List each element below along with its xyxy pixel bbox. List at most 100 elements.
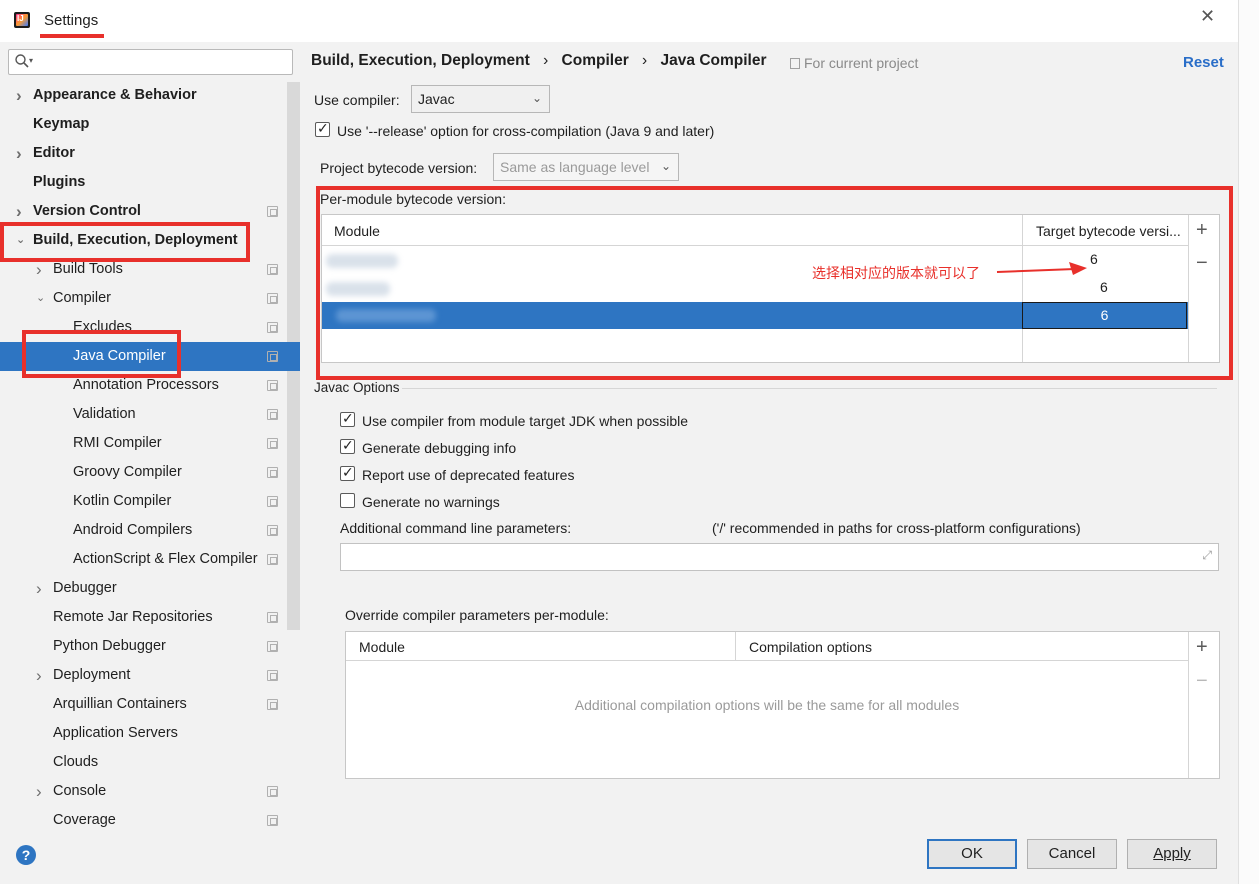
project-scope-icon (267, 351, 278, 362)
project-scope-icon (267, 293, 278, 304)
sidebar-item-plugins[interactable]: Plugins (0, 168, 286, 197)
annotation-box-per-module (316, 186, 1233, 380)
settings-search-input[interactable] (8, 49, 293, 75)
chevron-right-icon[interactable]: › (16, 81, 22, 110)
sidebar-item-label: Android Compilers (73, 522, 193, 538)
project-scope-icon (267, 699, 278, 710)
scope-indicator: For current project (790, 55, 918, 71)
cancel-button[interactable]: Cancel (1027, 839, 1117, 869)
sidebar-item-label: RMI Compiler (73, 435, 162, 451)
sidebar-item-python-debugger[interactable]: Python Debugger (0, 632, 286, 661)
chevron-down-icon: ⌄ (660, 159, 671, 173)
sidebar-item-compiler[interactable]: ⌄ Compiler (0, 284, 286, 313)
sidebar-item-deployment[interactable]: › Deployment (0, 661, 286, 690)
ok-button[interactable]: OK (927, 839, 1017, 869)
sidebar-item-android-compilers[interactable]: Android Compilers (0, 516, 286, 545)
javac-option-checkbox[interactable] (340, 493, 355, 508)
chevron-right-icon[interactable]: › (36, 574, 42, 603)
javac-option-checkbox[interactable] (340, 464, 355, 481)
project-scope-icon (267, 554, 278, 565)
breadcrumb-item[interactable]: Compiler (562, 52, 629, 69)
release-option-checkbox[interactable] (315, 120, 330, 137)
remove-override-button: − (1196, 670, 1208, 692)
sidebar-item-keymap[interactable]: Keymap (0, 110, 286, 139)
sidebar-item-actionscript-flex-compiler[interactable]: ActionScript & Flex Compiler (0, 545, 286, 574)
sidebar-item-rmi-compiler[interactable]: RMI Compiler (0, 429, 286, 458)
sidebar-item-label: Appearance & Behavior (33, 87, 197, 103)
project-scope-icon (267, 380, 278, 391)
reset-link[interactable]: Reset (1183, 54, 1224, 71)
column-header-compilation-options[interactable]: Compilation options (749, 639, 872, 655)
breadcrumb-item[interactable]: Build, Execution, Deployment (311, 52, 530, 69)
sidebar-item-label: Clouds (53, 754, 99, 770)
javac-option-label: Generate no warnings (362, 494, 500, 510)
help-icon[interactable]: ? (16, 845, 36, 865)
apply-button[interactable]: Apply (1127, 839, 1217, 869)
sidebar-item-label: Console (53, 783, 107, 799)
javac-option-label: Generate debugging info (362, 440, 517, 456)
sidebar-item-console[interactable]: › Console (0, 777, 286, 806)
background-window-edge (1238, 0, 1259, 884)
sidebar-item-label: Keymap (33, 116, 90, 132)
bytecode-version-select[interactable]: Same as language level ⌄ (493, 153, 679, 181)
title-annotation-underline (40, 34, 104, 38)
chevron-right-icon[interactable]: › (36, 661, 42, 690)
column-header-module[interactable]: Module (359, 639, 405, 655)
sidebar-item-label: Plugins (33, 174, 86, 190)
section-divider (402, 388, 1217, 389)
project-scope-icon (267, 409, 278, 420)
project-scope-icon (267, 815, 278, 826)
chevron-right-icon[interactable]: › (16, 139, 22, 168)
close-icon[interactable]: ✕ (1200, 6, 1215, 27)
release-option-label: Use '--release' option for cross-compila… (337, 123, 715, 139)
sidebar-item-groovy-compiler[interactable]: Groovy Compiler (0, 458, 286, 487)
sidebar-item-editor[interactable]: › Editor (0, 139, 286, 168)
sidebar-item-label: Editor (33, 145, 75, 161)
bytecode-version-value: Same as language level (500, 159, 650, 175)
sidebar-item-label: Kotlin Compiler (73, 493, 172, 509)
cmd-params-hint: ('/' recommended in paths for cross-plat… (712, 520, 1081, 536)
sidebar-item-arquillian-containers[interactable]: Arquillian Containers (0, 690, 286, 719)
search-icon (15, 54, 29, 68)
sidebar-item-label: Debugger (53, 580, 117, 596)
sidebar-item-validation[interactable]: Validation (0, 400, 286, 429)
javac-option-checkbox[interactable] (340, 437, 355, 454)
chevron-down-icon[interactable]: ⌄ (36, 284, 45, 313)
project-scope-icon (267, 206, 278, 217)
cmd-params-input[interactable]: ⤢ (340, 543, 1219, 571)
sidebar-item-label: Groovy Compiler (73, 464, 182, 480)
breadcrumb-separator: › (642, 52, 648, 69)
expand-icon[interactable]: ⤢ (1202, 548, 1212, 563)
sidebar-item-debugger[interactable]: › Debugger (0, 574, 286, 603)
project-scope-icon (267, 670, 278, 681)
project-scope-icon (267, 612, 278, 623)
breadcrumb-item: Java Compiler (660, 52, 767, 69)
search-options-chevron-icon[interactable]: ▾ (29, 56, 33, 65)
breadcrumb-separator: › (543, 52, 549, 69)
javac-option-label: Use compiler from module target JDK when… (362, 413, 689, 429)
sidebar-item-kotlin-compiler[interactable]: Kotlin Compiler (0, 487, 286, 516)
sidebar-item-clouds[interactable]: Clouds (0, 748, 286, 777)
sidebar-item-application-servers[interactable]: Application Servers (0, 719, 286, 748)
javac-options-title: Javac Options (314, 380, 400, 395)
override-empty-text: Additional compilation options will be t… (574, 697, 960, 713)
annotation-box-build-execution (0, 222, 250, 262)
sidebar-item-label: Python Debugger (53, 638, 166, 654)
sidebar-item-label: Deployment (53, 667, 131, 683)
intellij-app-icon (14, 12, 30, 28)
project-scope-icon (267, 525, 278, 536)
sidebar-item-label: Application Servers (53, 725, 178, 741)
sidebar-item-remote-jar-repositories[interactable]: Remote Jar Repositories (0, 603, 286, 632)
use-compiler-value: Javac (418, 91, 455, 107)
chevron-right-icon[interactable]: › (36, 777, 42, 806)
title-bar (0, 0, 1259, 42)
use-compiler-select[interactable]: Javac ⌄ (411, 85, 550, 113)
chevron-down-icon: ⌄ (531, 91, 542, 105)
javac-option-checkbox[interactable] (340, 410, 355, 427)
column-divider (735, 632, 736, 661)
add-override-button[interactable]: + (1196, 636, 1208, 659)
sidebar-item-label: Validation (73, 406, 136, 422)
sidebar-item-appearance-behavior[interactable]: › Appearance & Behavior (0, 81, 286, 110)
sidebar-item-label: Remote Jar Repositories (53, 609, 213, 625)
bytecode-version-label: Project bytecode version: (320, 160, 478, 176)
